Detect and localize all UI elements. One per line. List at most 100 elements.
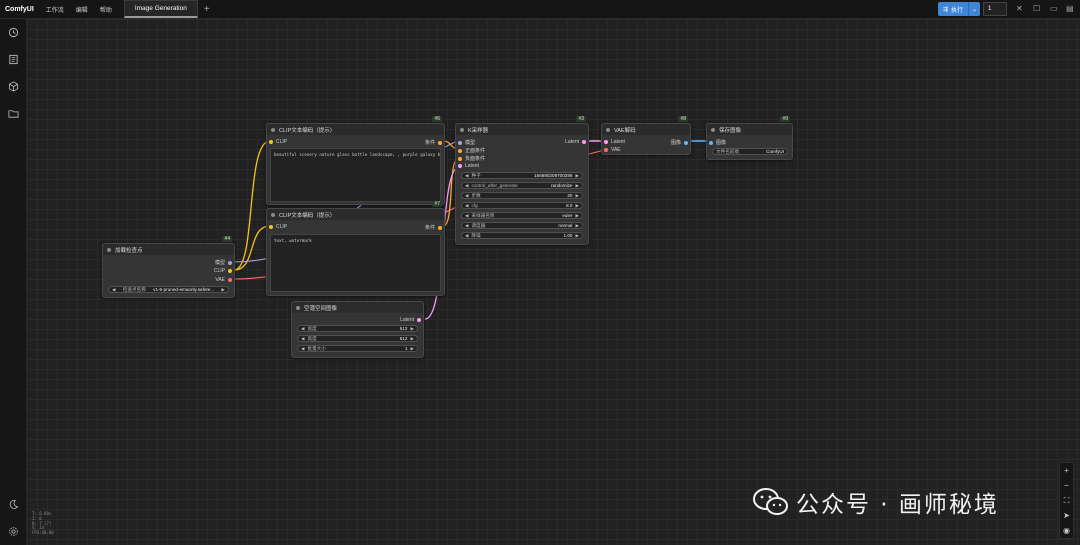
close-icon[interactable]: ✕ — [1016, 4, 1023, 13]
filename-prefix-input[interactable]: 文件名前缀 ComfyUI — [712, 148, 788, 155]
batch-count-input[interactable]: 1 — [983, 2, 1008, 16]
latent-widget[interactable]: ◀ 高度 512 ▶ — [297, 335, 418, 342]
arrow-right-icon[interactable]: ▶ — [575, 183, 579, 189]
ksampler-widget[interactable]: ◀ 调度器 normal ▶ — [461, 222, 583, 229]
prompt-textarea[interactable]: beautiful scenery nature glass bottle la… — [270, 148, 441, 202]
latent-output-port[interactable] — [417, 318, 421, 322]
maximize-icon[interactable]: ☐ — [1033, 4, 1040, 13]
ksampler-widget[interactable]: ◀ cfg 8.0 ▶ — [461, 202, 583, 209]
clip-input-port[interactable] — [269, 225, 273, 229]
canvas-zoom-controls: + − ⛶ ➤ ◉ — [1059, 462, 1074, 539]
conditioning-output-port[interactable] — [438, 225, 442, 230]
menu-edit[interactable]: 编辑 — [70, 5, 94, 14]
graph-canvas[interactable]: #6 CLIP文本编码（提示） CLIP 条件 beautiful scener… — [27, 19, 1080, 545]
theme-toggle-moon-icon[interactable] — [7, 498, 20, 511]
arrow-left-icon[interactable]: ◀ — [465, 193, 469, 199]
ksampler-widget[interactable]: ◀ 种子 156680208700286 ▶ — [461, 172, 583, 179]
prompt-textarea[interactable]: text, watermark — [270, 234, 441, 292]
ksampler-widget[interactable]: ◀ 降噪 1.00 ▶ — [461, 232, 583, 239]
clip-output-port[interactable] — [228, 269, 232, 273]
arrow-left-icon[interactable]: ◀ — [465, 223, 469, 229]
image-output-port[interactable] — [684, 140, 688, 145]
latent-output-port[interactable] — [582, 140, 586, 144]
arrow-left-icon[interactable]: ◀ — [301, 326, 305, 332]
arrow-left-icon[interactable]: ◀ — [465, 203, 469, 209]
arrow-right-icon[interactable]: ▶ — [575, 173, 579, 179]
node-id: #6 — [432, 116, 442, 122]
model-input-port[interactable] — [458, 140, 462, 145]
latent-input-port[interactable] — [604, 140, 608, 144]
arrow-left-icon[interactable]: ◀ — [465, 213, 469, 219]
arrow-left-icon[interactable]: ◀ — [301, 336, 305, 342]
arrow-right-icon[interactable]: ▶ — [410, 346, 414, 352]
arrow-left-icon[interactable]: ◀ — [301, 346, 305, 352]
image-input-port[interactable] — [709, 140, 713, 145]
arrow-right-icon[interactable]: ▶ — [410, 326, 414, 332]
negative-input-port[interactable] — [458, 156, 462, 161]
model-output-port[interactable] — [228, 260, 232, 265]
arrow-left-icon[interactable]: ◀ — [465, 173, 469, 179]
node-title: CLIP文本编码（提示） — [279, 212, 336, 219]
arrow-right-icon[interactable]: ▶ — [575, 193, 579, 199]
node-clip-text-positive[interactable]: #6 CLIP文本编码（提示） CLIP 条件 beautiful scener… — [266, 116, 445, 205]
vae-input-port[interactable] — [604, 148, 608, 152]
add-tab-icon[interactable]: + — [204, 4, 210, 15]
latent-widget[interactable]: ◀ 宽度 512 ▶ — [297, 325, 418, 332]
port-label: Latent — [465, 163, 479, 169]
run-button[interactable]: ⇶ 执行 — [938, 2, 969, 16]
vae-output-port[interactable] — [228, 278, 232, 282]
ksampler-widget[interactable]: ◀ control_after_generate randomize ▶ — [461, 182, 583, 189]
node-empty-latent-image[interactable]: 空潜空间图像 Latent ◀ 宽度 512 ▶ ◀ 高度 512 ▶ ◀ 批量大小 1 ▶ — [291, 301, 424, 358]
model-library-icon[interactable] — [7, 80, 20, 93]
widget-value: 512 — [399, 326, 408, 331]
run-dropdown-chevron-icon[interactable]: ⌄ — [968, 2, 981, 16]
select-mode-icon[interactable]: ➤ — [1060, 508, 1073, 523]
arrow-left-icon[interactable]: ◀ — [112, 287, 116, 293]
arrow-right-icon[interactable]: ▶ — [410, 336, 414, 342]
arrow-right-icon[interactable]: ▶ — [575, 223, 579, 229]
arrow-left-icon[interactable]: ◀ — [465, 183, 469, 189]
collapse-dot-icon[interactable] — [271, 127, 275, 132]
arrow-right-icon[interactable]: ▶ — [221, 287, 225, 293]
fit-view-icon[interactable]: ⛶ — [1060, 493, 1073, 508]
positive-input-port[interactable] — [458, 148, 462, 153]
ksampler-widget[interactable]: ◀ 步数 20 ▶ — [461, 192, 583, 199]
node-checkpoint-loader[interactable]: #4 加载检查点 模型 CLIP VAE ◀ 检查点名称 v1-5-pruned… — [102, 236, 235, 298]
arrow-right-icon[interactable]: ▶ — [575, 203, 579, 209]
node-clip-text-negative[interactable]: #7 CLIP文本编码（提示） CLIP 条件 text, watermark — [266, 201, 445, 296]
zoom-out-icon[interactable]: − — [1060, 478, 1073, 493]
workflows-folder-icon[interactable] — [7, 107, 20, 120]
collapse-dot-icon[interactable] — [606, 127, 610, 132]
latent-input-port[interactable] — [458, 164, 462, 168]
port-label: CLIP — [276, 139, 288, 145]
tab-image-generation[interactable]: Image Generation — [123, 0, 198, 18]
checkpoint-name-select[interactable]: ◀ 检查点名称 v1-5-pruned-emaonly.safete... ▶ — [108, 286, 229, 293]
menu-workflow[interactable]: 工作流 — [40, 5, 70, 14]
panel-toggle-icon[interactable]: ▭ — [1050, 4, 1058, 13]
port-label: 条件 — [424, 225, 435, 231]
settings-gear-icon[interactable] — [7, 525, 20, 538]
menu-help[interactable]: 帮助 — [94, 5, 118, 14]
clip-input-port[interactable] — [269, 140, 273, 144]
latent-widget[interactable]: ◀ 批量大小 1 ▶ — [297, 345, 418, 352]
ksampler-widget[interactable]: ◀ 采样器名称 euler ▶ — [461, 212, 583, 219]
history-icon[interactable] — [7, 26, 20, 39]
toggle-links-eye-icon[interactable]: ◉ — [1060, 523, 1073, 538]
collapse-dot-icon[interactable] — [296, 305, 300, 310]
arrow-right-icon[interactable]: ▶ — [575, 233, 579, 239]
node-library-icon[interactable] — [7, 53, 20, 66]
conditioning-output-port[interactable] — [438, 140, 442, 145]
collapse-dot-icon[interactable] — [107, 247, 111, 252]
collapse-dot-icon[interactable] — [711, 127, 715, 132]
widget-label: 采样器名称 — [471, 212, 495, 218]
node-vae-decode[interactable]: #8 VAE解码 Latent VAE 图像 — [601, 116, 691, 155]
collapse-dot-icon[interactable] — [460, 127, 464, 132]
zoom-in-icon[interactable]: + — [1060, 463, 1073, 478]
node-ksampler[interactable]: #3 K采样器 模型 正面条件 负面条件 Latent Latent ◀ 种子 15… — [455, 116, 589, 245]
widget-label: 检查点名称 — [122, 286, 146, 292]
bottom-panel-icon[interactable]: ▤ — [1066, 4, 1074, 13]
arrow-left-icon[interactable]: ◀ — [465, 233, 469, 239]
collapse-dot-icon[interactable] — [271, 212, 275, 217]
node-save-image[interactable]: #9 保存图像 图像 文件名前缀 ComfyUI — [706, 116, 793, 160]
arrow-right-icon[interactable]: ▶ — [575, 213, 579, 219]
